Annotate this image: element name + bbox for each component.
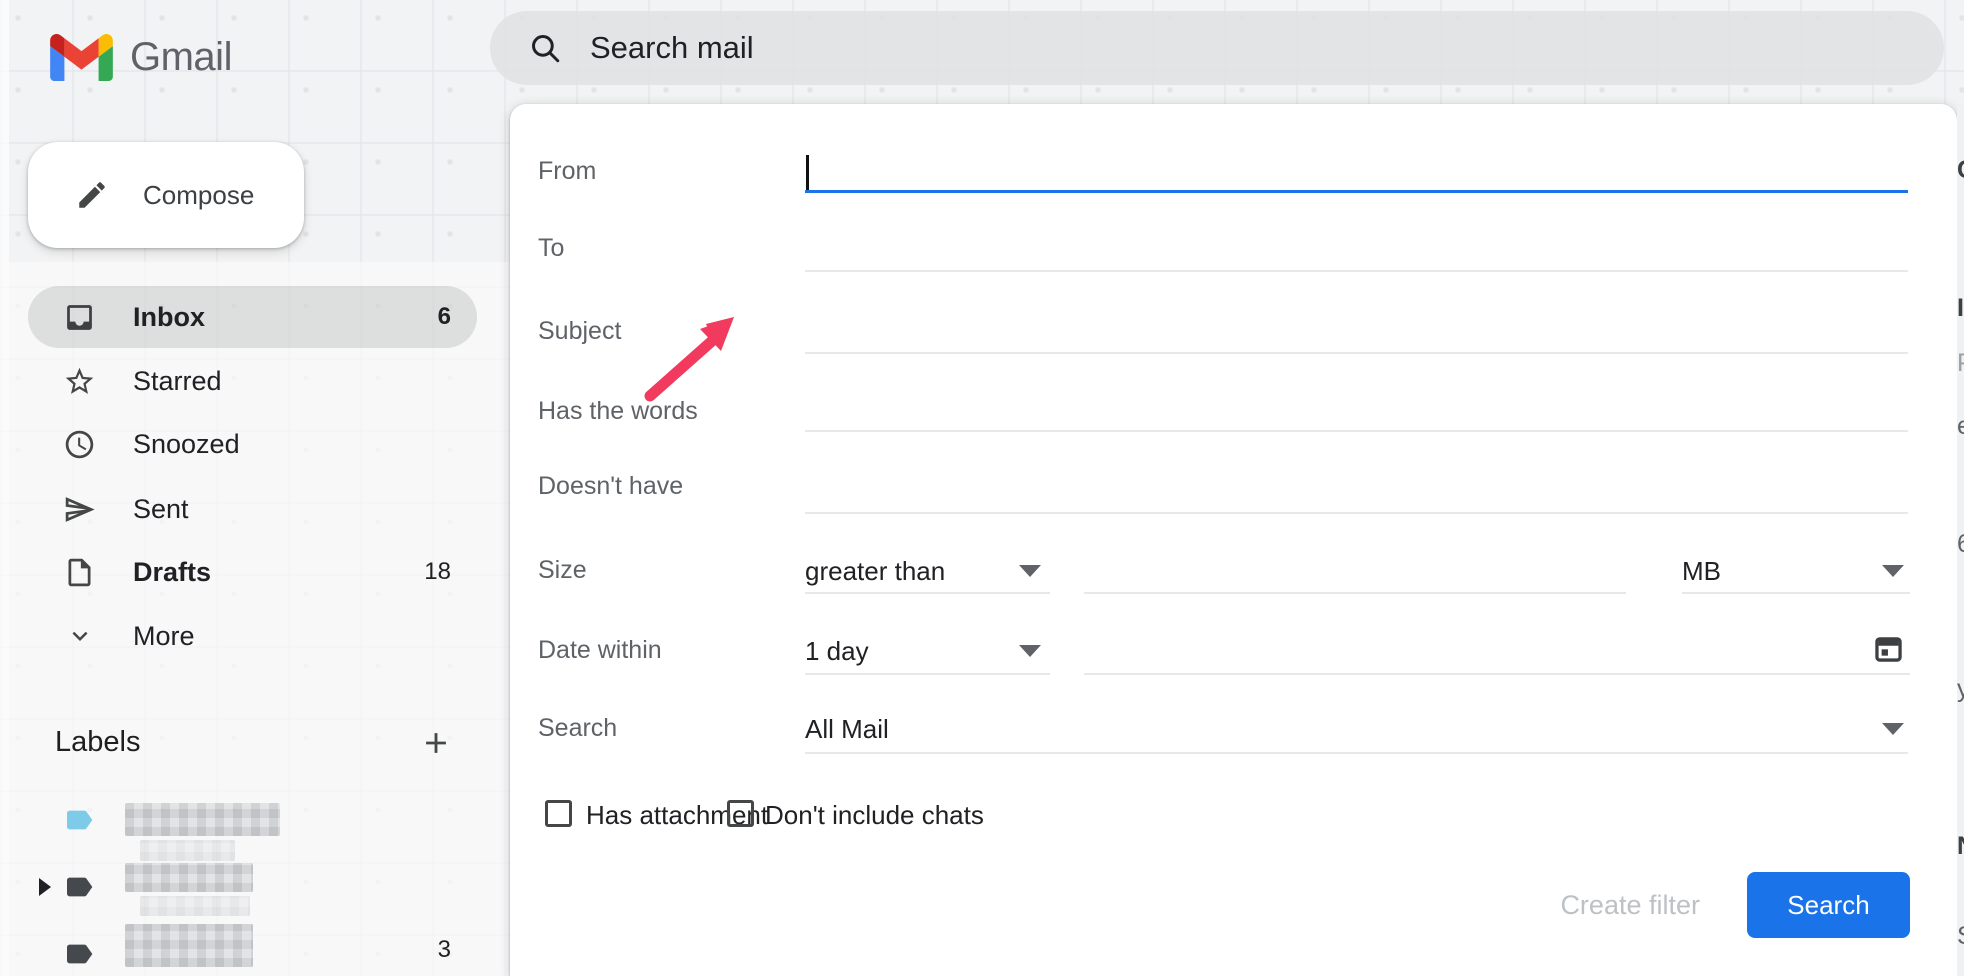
- pencil-icon: [75, 178, 109, 212]
- to-underline: [805, 270, 1908, 272]
- clipped-text-fragment: e: [1957, 412, 1964, 441]
- label-item[interactable]: [0, 800, 510, 850]
- sidebar-item-label: Drafts: [133, 557, 211, 588]
- background-page-edge: C I P e 6 y N S: [1957, 104, 1964, 976]
- inbox-count: 6: [391, 303, 451, 331]
- size-comparator-dropdown[interactable]: greater than: [805, 556, 945, 587]
- redacted-label-name: [125, 863, 253, 892]
- label-count: 3: [391, 936, 451, 964]
- from-label: From: [538, 157, 596, 186]
- gmail-wordmark: Gmail: [130, 35, 232, 80]
- advanced-search-panel: From To Subject Has the words Doesn't ha…: [510, 104, 1957, 976]
- subject-label: Subject: [538, 317, 621, 346]
- send-icon: [63, 493, 96, 526]
- expand-arrow-icon[interactable]: [39, 878, 51, 896]
- dropdown-arrow-icon[interactable]: [1882, 565, 1904, 577]
- date-range-underline: [805, 673, 1050, 675]
- sidebar-item-label: Snoozed: [133, 429, 240, 460]
- label-icon: [62, 938, 96, 970]
- labels-title: Labels: [55, 726, 140, 759]
- chevron-down-icon: [63, 620, 96, 653]
- text-caret: [806, 155, 809, 192]
- star-icon: [63, 365, 96, 398]
- clipped-text-fragment: 6: [1957, 530, 1964, 559]
- dont-include-chats-label: Don't include chats: [765, 800, 984, 831]
- label-item[interactable]: [0, 863, 510, 913]
- clipped-text-fragment: N: [1957, 832, 1964, 861]
- clock-icon: [63, 428, 96, 461]
- draft-icon: [63, 556, 96, 589]
- label-item[interactable]: 3: [0, 924, 510, 974]
- subject-underline: [805, 352, 1908, 354]
- clipped-text-fragment: I: [1957, 294, 1964, 323]
- search-button[interactable]: Search: [1747, 872, 1910, 938]
- redaction-ghost: [140, 896, 250, 916]
- dropdown-arrow-icon[interactable]: [1019, 645, 1041, 657]
- clipped-text-fragment: y: [1957, 675, 1964, 704]
- dropdown-arrow-icon[interactable]: [1019, 565, 1041, 577]
- size-value-input[interactable]: [1084, 550, 1626, 594]
- compose-button[interactable]: Compose: [28, 142, 304, 248]
- clipped-text-fragment: P: [1957, 349, 1964, 378]
- sidebar-item-label: Inbox: [133, 302, 205, 333]
- gmail-logo[interactable]: Gmail: [50, 34, 232, 81]
- doesnt-have-input[interactable]: [805, 466, 1908, 510]
- label-icon: [62, 804, 96, 836]
- doesnt-have-label: Doesn't have: [538, 472, 683, 501]
- size-comparator-underline: [805, 592, 1050, 594]
- has-words-input[interactable]: [805, 391, 1908, 435]
- plus-icon: [419, 726, 453, 760]
- redacted-label-name: [125, 924, 253, 967]
- sidebar-item-starred[interactable]: Starred: [0, 350, 510, 412]
- subject-input[interactable]: [805, 311, 1908, 355]
- date-range-dropdown[interactable]: 1 day: [805, 636, 869, 667]
- redaction-ghost: [140, 840, 235, 861]
- search-scope-label: Search: [538, 714, 617, 743]
- search-scope-underline: [805, 752, 1908, 754]
- clipped-text-fragment: S: [1957, 922, 1964, 951]
- has-attachment-checkbox[interactable]: [545, 800, 572, 827]
- has-words-label: Has the words: [538, 397, 698, 426]
- date-underline: [1084, 673, 1910, 675]
- calendar-icon[interactable]: [1872, 632, 1905, 670]
- size-unit-dropdown[interactable]: MB: [1682, 556, 1721, 587]
- drafts-count: 18: [391, 558, 451, 586]
- label-icon: [62, 871, 96, 903]
- sidebar-item-more[interactable]: More: [0, 605, 510, 667]
- redacted-label-name: [125, 803, 280, 836]
- compose-label: Compose: [143, 180, 254, 211]
- dropdown-arrow-icon[interactable]: [1882, 723, 1904, 735]
- sidebar-item-inbox[interactable]: Inbox 6: [0, 286, 510, 348]
- doesnt-have-underline: [805, 512, 1908, 514]
- to-label: To: [538, 234, 564, 263]
- search-bar[interactable]: [490, 11, 1944, 85]
- has-words-underline: [805, 430, 1908, 432]
- sidebar-item-label: Starred: [133, 366, 222, 397]
- date-within-label: Date within: [538, 636, 662, 665]
- clipped-text-fragment: C: [1957, 156, 1964, 185]
- from-input[interactable]: [805, 151, 1908, 195]
- dont-include-chats-checkbox[interactable]: [727, 800, 754, 827]
- search-input[interactable]: [588, 29, 1492, 67]
- size-unit-underline: [1682, 592, 1910, 594]
- search-scope-dropdown[interactable]: All Mail: [805, 714, 889, 745]
- labels-section-header: Labels: [0, 722, 510, 768]
- from-focus-underline: [805, 190, 1908, 193]
- sidebar-item-snoozed[interactable]: Snoozed: [0, 413, 510, 475]
- sidebar-item-label: Sent: [133, 494, 189, 525]
- add-label-button[interactable]: [419, 726, 453, 760]
- create-filter-button[interactable]: Create filter: [1510, 876, 1700, 934]
- to-input[interactable]: [805, 228, 1908, 272]
- gmail-app: Gmail Compose Inbox 6: [0, 0, 1964, 976]
- size-label: Size: [538, 556, 587, 585]
- sidebar-item-drafts[interactable]: Drafts 18: [0, 541, 510, 603]
- size-value-underline: [1084, 592, 1626, 594]
- gmail-m-icon: [50, 34, 113, 81]
- sidebar-item-sent[interactable]: Sent: [0, 478, 510, 540]
- inbox-icon: [63, 301, 96, 334]
- search-icon[interactable]: [528, 31, 562, 65]
- date-input[interactable]: [1084, 630, 1864, 674]
- sidebar-item-label: More: [133, 621, 195, 652]
